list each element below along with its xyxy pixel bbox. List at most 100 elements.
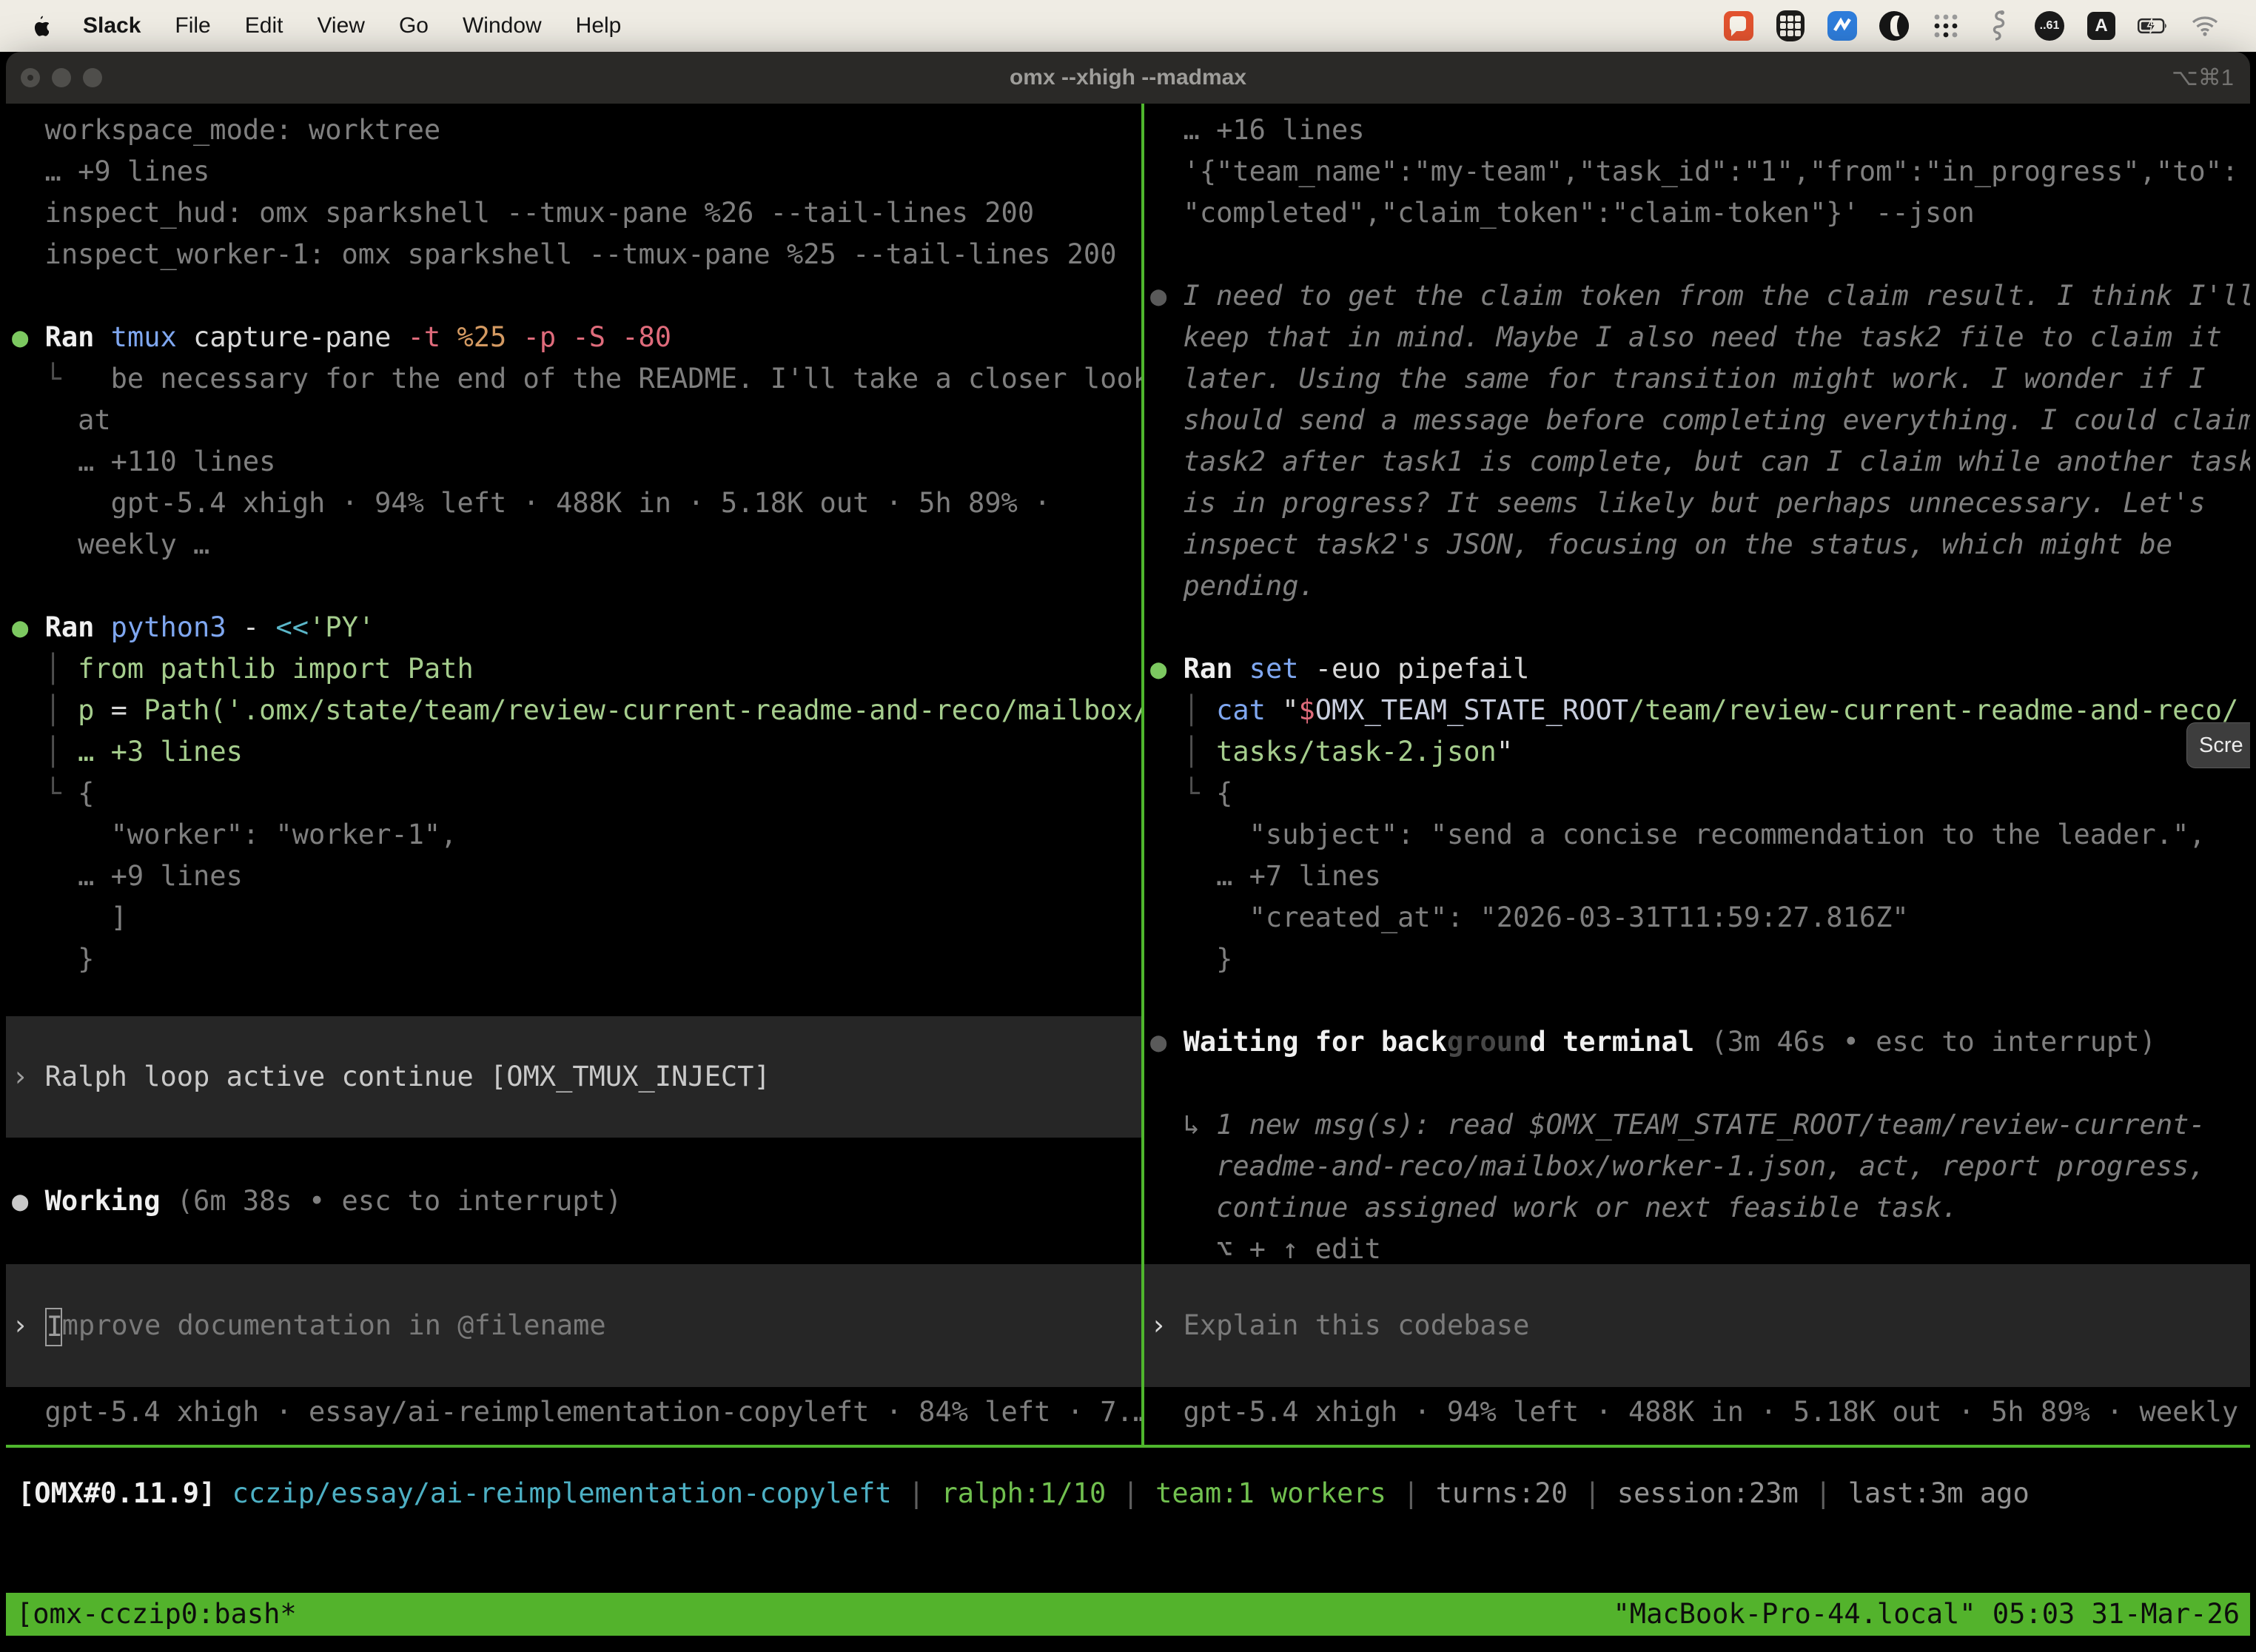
text-segment: OMX_TEAM_STATE_ROOT	[1315, 694, 1628, 726]
text-segment: readme-and-reco/mailbox/worker-1.json, a…	[1150, 1150, 2206, 1182]
text-segment: "subject": "send a concise recommendatio…	[1150, 819, 2206, 850]
percent-badge-icon[interactable]: ..61	[2034, 10, 2065, 41]
text-segment: -	[243, 611, 276, 643]
menu-item-view[interactable]: View	[317, 13, 364, 38]
tmux-pane-horizontal-border[interactable]	[6, 1445, 2250, 1448]
dots-grid-icon[interactable]	[1930, 10, 1961, 41]
right-terminal-pane[interactable]: … +16 lines '{"team_name":"my-team","tas…	[1144, 104, 2250, 1445]
orange-chat-app-icon[interactable]	[1723, 10, 1754, 41]
menu-item-help[interactable]: Help	[576, 13, 622, 38]
percent-badge-label: ..61	[2035, 11, 2064, 41]
text-segment: 1 new msg(s): read $OMX_TEAM_STATE_ROOT/…	[1216, 1109, 2206, 1141]
text-segment: │	[1150, 694, 1216, 726]
menu-item-app[interactable]: Slack	[83, 13, 141, 38]
text-segment: ›	[12, 1061, 45, 1092]
terminal-line: │ cat "$OMX_TEAM_STATE_ROOT/team/review-…	[1150, 690, 2250, 731]
text-segment: session:23m	[1617, 1477, 1815, 1509]
text-segment: weekly …	[12, 528, 209, 560]
terminal-line: › Improve documentation in @filename	[6, 1305, 1141, 1346]
text-segment: inspect_worker-1: omx sparkshell --tmux-…	[12, 238, 1116, 270]
text-segment: -t	[408, 321, 457, 353]
text-segment: at	[12, 404, 111, 436]
terminal-line: continue assigned work or next feasible …	[1150, 1187, 2250, 1229]
terminal-line: │ from pathlib import Path	[12, 648, 1141, 690]
text-segment: │	[12, 736, 78, 768]
terminal-line: should send a message before completing …	[1150, 400, 2250, 441]
text-segment: python3	[111, 611, 243, 643]
text-segment: … +9 lines	[12, 860, 243, 892]
terminal-line: │ p = Path('.omx/state/team/review-curre…	[12, 690, 1141, 731]
blue-network-badge-icon[interactable]	[1827, 10, 1858, 41]
text-segment: |	[1123, 1477, 1156, 1509]
squiggle-app-icon[interactable]	[1982, 10, 2013, 41]
window-title: omx --xhigh --madmax	[6, 52, 2250, 104]
crescent-app-icon[interactable]	[1879, 10, 1910, 41]
text-segment: p	[78, 694, 111, 726]
text-segment: gpt-5.4 xhigh · 94% left · 488K in · 5.1…	[12, 487, 1050, 519]
text-segment: capture-pane	[193, 321, 408, 353]
terminal-line: }	[12, 939, 1141, 980]
text-segment: workspace_mode: worktree	[12, 114, 440, 146]
keypad-shield-icon[interactable]	[1775, 10, 1806, 41]
left-prompt-input[interactable]: › Improve documentation in @filename	[6, 1264, 1141, 1387]
terminal-line: gpt-5.4 xhigh · 94% left · 488K in · 5.1…	[1150, 1391, 2250, 1433]
terminal-line: ● Ran python3 - <<'PY'	[12, 607, 1141, 648]
text-segment: ●	[12, 321, 45, 353]
terminal-line: ● I need to get the claim token from the…	[1150, 275, 2250, 317]
menu-item-window[interactable]: Window	[463, 13, 542, 38]
text-segment: /team/review-current-readme-and-reco/	[1628, 694, 2238, 726]
text-segment: should send a message before completing …	[1150, 404, 2250, 436]
tmux-pane-vertical-border[interactable]	[1141, 104, 1144, 1445]
text-segment: groun	[1447, 1026, 1529, 1058]
text-segment: cczip/essay/ai-reimplementation-copyleft	[232, 1477, 908, 1509]
terminal-line: ● Waiting for background terminal (3m 46…	[1150, 1021, 2250, 1063]
apple-menu-icon[interactable]	[30, 14, 49, 38]
terminal-line: … +9 lines	[12, 151, 1141, 192]
terminal-line: gpt-5.4 xhigh · 94% left · 488K in · 5.1…	[12, 483, 1141, 524]
text-segment: %25	[457, 321, 523, 353]
terminal-line: weekly …	[12, 524, 1141, 565]
terminal-line: workspace_mode: worktree	[12, 110, 1141, 151]
text-segment: -S	[572, 321, 622, 353]
text-segment: Ran	[1184, 653, 1249, 685]
battery-charging-icon[interactable]	[2138, 10, 2169, 41]
text-segment: ralph:1/10	[941, 1477, 1122, 1509]
text-segment: pending.	[1150, 570, 1315, 602]
text-segment: I need to get the claim token from the c…	[1184, 280, 2250, 312]
terminal-line: ● Ran set -euo pipefail	[1150, 648, 2250, 690]
wifi-icon[interactable]	[2189, 10, 2220, 41]
menu-item-file[interactable]: File	[175, 13, 210, 38]
text-segment: ↳	[1150, 1109, 1216, 1141]
menu-bar-left: Slack File Edit View Go Window Help	[0, 13, 621, 38]
text-segment: task2 after task1 is complete, but can I…	[1150, 446, 2250, 477]
tmux-status-bar: [omx-cczip0:bash* "MacBook-Pro-44.local"…	[6, 1593, 2250, 1636]
text-segment: |	[908, 1477, 941, 1509]
input-source-label: A	[2087, 12, 2115, 40]
text-segment: gpt-5.4 xhigh · 94% left · 488K in · 5.1…	[1150, 1396, 2250, 1428]
terminal-line: ↳ 1 new msg(s): read $OMX_TEAM_STATE_ROO…	[1150, 1104, 2250, 1146]
terminal-line: "subject": "send a concise recommendatio…	[1150, 814, 2250, 856]
text-segment: "worker": "worker-1",	[12, 819, 457, 850]
input-source-icon[interactable]: A	[2086, 10, 2117, 41]
terminal-line: is in progress? It seems likely but perh…	[1150, 483, 2250, 524]
terminal-line: "completed","claim_token":"claim-token"}…	[1150, 192, 2250, 234]
right-prompt-input[interactable]: › Explain this codebase	[1144, 1264, 2250, 1387]
left-model-status-line: gpt-5.4 xhigh · essay/ai-reimplementatio…	[12, 1391, 1141, 1433]
menu-bar: Slack File Edit View Go Window Help	[0, 0, 2256, 52]
text-segment: |	[1815, 1477, 1848, 1509]
screenshot-tooltip: Scre	[2186, 722, 2250, 768]
menu-item-edit[interactable]: Edit	[245, 13, 283, 38]
text-segment: inspect task2's JSON, focusing on the st…	[1150, 528, 2172, 560]
text-segment: inspect_hud: omx sparkshell --tmux-pane …	[12, 197, 1034, 229]
menu-item-go[interactable]: Go	[399, 13, 429, 38]
left-terminal-pane[interactable]: workspace_mode: worktree … +9 lines insp…	[6, 104, 1141, 1445]
terminal-line: ]	[12, 897, 1141, 939]
text-segment: ●	[12, 611, 45, 643]
window-titlebar[interactable]: omx --xhigh --madmax ⌥⌘1	[6, 52, 2250, 104]
terminal-line: }	[1150, 939, 2250, 980]
tmux-host-clock-label: "MacBook-Pro-44.local" 05:03 31-Mar-26	[1614, 1593, 2240, 1636]
terminal-line	[1150, 607, 2250, 648]
terminal-line: inspect_hud: omx sparkshell --tmux-pane …	[12, 192, 1141, 234]
text-segment: gpt-5.4 xhigh · essay/ai-reimplementatio…	[12, 1396, 1141, 1428]
text-segment: =	[111, 694, 144, 726]
